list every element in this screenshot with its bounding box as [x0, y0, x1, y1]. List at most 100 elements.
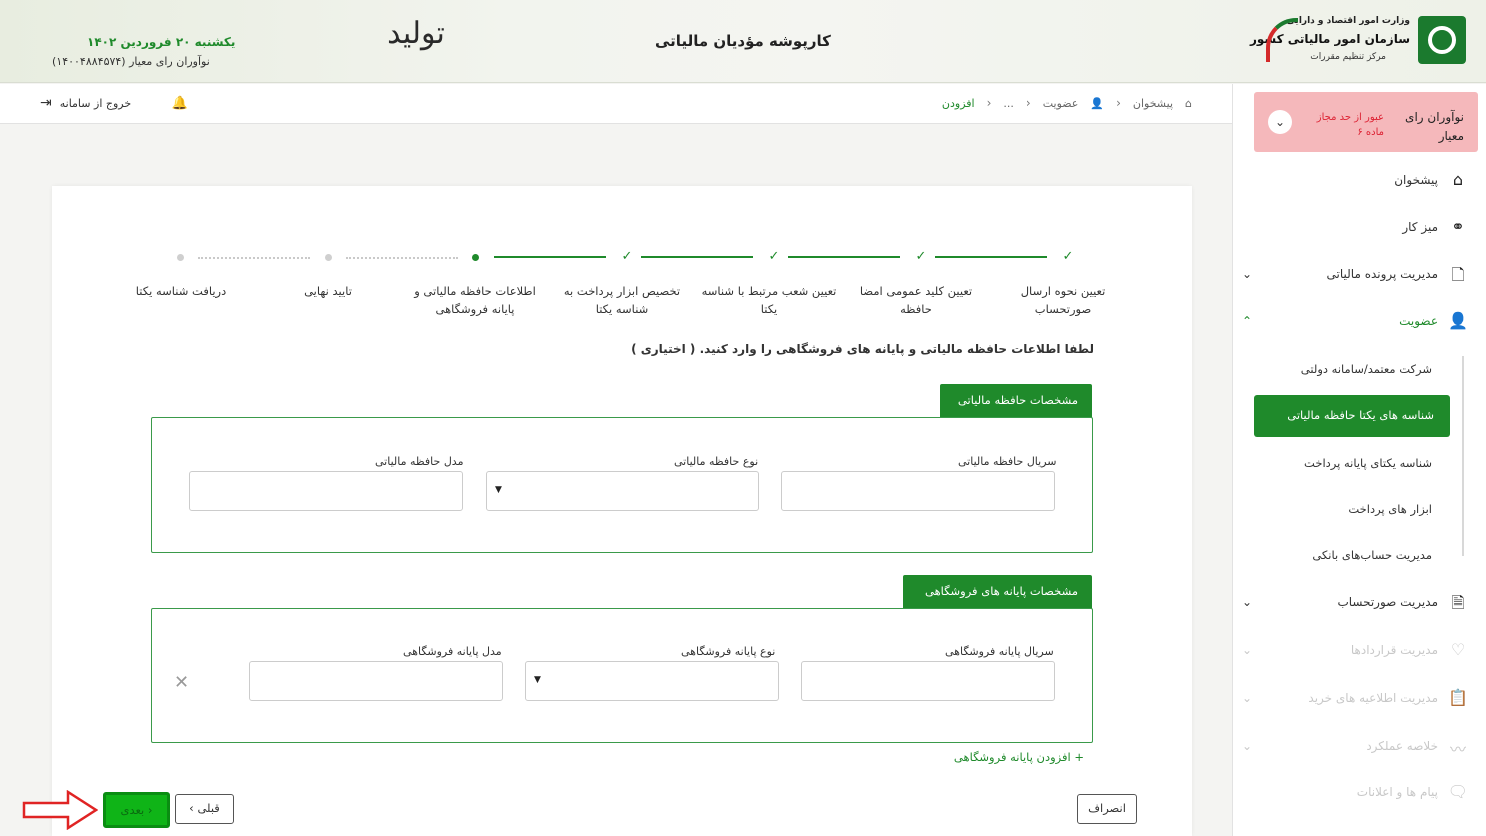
submenu-label: شناسه های یکتا حافظه مالیاتی [1287, 408, 1434, 422]
step-line [494, 256, 606, 258]
flag-icon [1266, 18, 1298, 62]
submenu-label: مدیریت حساب‌های بانکی [1312, 548, 1432, 562]
bell-icon[interactable]: 🔔 [172, 96, 188, 111]
dropdown-arrow-icon: ▼ [495, 485, 502, 495]
sidebar-item-invoices[interactable]: 🗎 مدیریت صورتحساب ⌄ [1232, 580, 1486, 624]
sidebar-item-label: مدیریت اطلاعیه های خرید [1308, 691, 1438, 705]
submenu-label: ابزار های پرداخت [1348, 502, 1432, 516]
ministry-logo: وزارت امور اقتصاد و دارایی سازمان امور م… [1250, 12, 1466, 70]
memory-type-label: نوع حافظه مالیاتی [674, 455, 759, 468]
memory-serial-input[interactable] [781, 471, 1055, 511]
header-banner: وزارت امور اقتصاد و دارایی سازمان امور م… [0, 0, 1486, 83]
step-check-icon: ✓ [768, 249, 780, 264]
home-small-icon: ⌂ [1185, 96, 1192, 110]
top-bar: ⌂ پیشخوان ‹ 👤 عضویت ‹ ... ‹ افزودن 🔔 خرو… [0, 84, 1232, 124]
next-label: بعدی [120, 803, 145, 817]
terminal-model-input[interactable] [249, 661, 503, 701]
current-date: یکشنبه ۲۰ فروردین ۱۴۰۲ [87, 35, 236, 49]
terminal-serial-input[interactable] [801, 661, 1055, 701]
add-terminal-link[interactable]: + افزودن پایانه فروشگاهی [954, 750, 1084, 764]
breadcrumb-membership[interactable]: عضویت [1043, 97, 1079, 110]
breadcrumb-ellipsis: ... [1003, 96, 1014, 110]
sidebar-item-tax-file[interactable]: 🗋 مدیریت پرونده مالیاتی ⌄ [1232, 252, 1486, 296]
chevron-left-icon: ‹ [1025, 96, 1031, 110]
form-instruction: لطفا اطلاعات حافظه مالیاتی و پایانه های … [631, 342, 1094, 356]
logout-icon: ⇥ [40, 95, 52, 111]
step-line [641, 256, 753, 258]
breadcrumb-home[interactable]: پیشخوان [1133, 97, 1173, 110]
sidebar-item-label: پیام ها و اعلانات [1356, 785, 1438, 799]
step-pending-dot [177, 254, 184, 261]
prev-button[interactable]: قبلی › [175, 794, 234, 824]
step-line [788, 256, 900, 258]
submenu-bank-accounts[interactable]: مدیریت حساب‌های بانکی [1246, 536, 1486, 576]
account-name: نوآوران رای معیار [1405, 110, 1464, 143]
chevron-down-icon: ⌄ [1242, 595, 1253, 609]
terminal-serial-label: سریال پایانه فروشگاهی [945, 645, 1054, 658]
account-warning: عبور از حد مجاز ماده ۶ [1316, 112, 1384, 138]
sidebar-item-performance[interactable]: 〰 خلاصه عملکرد ⌄ [1232, 724, 1486, 768]
step-current-dot [472, 254, 479, 261]
sidebar-item-workdesk[interactable]: ⚭ میز کار [1232, 205, 1486, 249]
remove-terminal-icon[interactable]: ✕ [174, 672, 189, 693]
highlight-arrow-icon [22, 790, 98, 830]
account-alert-card[interactable]: نوآوران رای معیار عبور از حد مجاز ماده ۶… [1254, 92, 1478, 152]
sidebar-item-label: مدیریت صورتحساب [1337, 595, 1438, 609]
submenu-label: شناسه یکتای پایانه پرداخت [1304, 456, 1432, 470]
sidebar-item-dashboard[interactable]: ⌂ پیشخوان [1232, 158, 1486, 202]
chevron-down-icon: ⌄ [1242, 267, 1253, 281]
step-check-icon: ✓ [1062, 249, 1074, 264]
sidebar-item-purchase-notices[interactable]: 📋 مدیریت اطلاعیه های خرید ⌄ [1232, 676, 1486, 720]
step-line-pending [346, 257, 458, 259]
cancel-button[interactable]: انصراف [1077, 794, 1137, 824]
sidebar-item-label: میز کار [1402, 220, 1438, 234]
submenu-payment-tools[interactable]: ابزار های پرداخت [1246, 490, 1486, 530]
home-icon: ⌂ [1452, 170, 1464, 189]
chevron-down-icon: ⌄ [1242, 691, 1253, 705]
sidebar-item-label: مدیریت پرونده مالیاتی [1326, 267, 1438, 281]
user-small-icon: 👤 [1090, 96, 1105, 110]
chevron-left-icon: ‹ [986, 96, 992, 110]
clipboard-icon: 📋 [1448, 688, 1468, 707]
step-label-send-method: تعیین نحوه ارسال صورتحساب [1020, 284, 1106, 316]
chevron-down-icon: ⌄ [1242, 739, 1253, 753]
sidebar: نوآوران رای معیار عبور از حد مجاز ماده ۶… [1232, 84, 1486, 836]
sidebar-item-label: مدیریت قراردادها [1350, 643, 1438, 657]
workflow-icon: ⚭ [1451, 217, 1465, 236]
sidebar-item-label: عضویت [1399, 314, 1438, 328]
chevron-down-icon[interactable]: ⌄ [1268, 110, 1292, 134]
submenu-trusted-company[interactable]: شرکت معتمد/سامانه دولتی [1246, 350, 1486, 390]
ministry-emblem-icon [1418, 16, 1466, 64]
sidebar-item-label: خلاصه عملکرد [1366, 739, 1438, 753]
chevron-down-icon: ⌄ [1242, 643, 1253, 657]
ministry-line3: مرکز تنظیم مقررات [1310, 52, 1386, 62]
logout-label: خروج از سامانه [59, 96, 132, 110]
step-label-memory-info: اطلاعات حافظه مالیاتی و پایانه فروشگاهی [414, 284, 536, 316]
logout-link[interactable]: خروج از سامانه ⇥ [40, 95, 131, 111]
slogan-calligraphy: تولید [387, 16, 445, 51]
sidebar-item-contracts[interactable]: ♡ مدیریت قراردادها ⌄ [1232, 628, 1486, 672]
sidebar-item-messages[interactable]: 🗨 پیام ها و اعلانات [1232, 770, 1486, 814]
step-label-payment-tools: تخصیص ابزار پرداخت به شناسه یکتا [563, 284, 681, 316]
step-pending-dot [325, 254, 332, 261]
memory-serial-label: سریال حافظه مالیاتی [958, 455, 1057, 468]
memory-section-title: مشخصات حافظه مالیاتی [940, 384, 1092, 418]
terminal-type-label: نوع پایانه فروشگاهی [681, 645, 776, 658]
submenu-terminal-ids[interactable]: شناسه یکتای پایانه پرداخت [1246, 444, 1486, 484]
sidebar-item-membership[interactable]: 👤 عضویت ⌃ [1232, 299, 1486, 343]
memory-type-select[interactable]: ▼ [486, 471, 759, 511]
chart-icon: 〰 [1449, 740, 1466, 759]
next-button[interactable]: ‹ بعدی [103, 792, 170, 828]
breadcrumb-add: افزودن [941, 96, 975, 110]
step-label-final-confirm: تایید نهایی [304, 284, 352, 298]
step-label-branches: تعیین شعب مرتبط با شناسه یکتا [701, 284, 837, 316]
step-line [935, 256, 1047, 258]
terminal-type-select[interactable]: ▼ [525, 661, 779, 701]
chevron-right-icon: › [189, 801, 194, 815]
handshake-icon: ♡ [1450, 640, 1466, 659]
memory-model-input[interactable] [189, 471, 463, 511]
chevron-left-icon: ‹ [147, 803, 153, 817]
submenu-memory-ids[interactable]: شناسه های یکتا حافظه مالیاتی [1254, 395, 1450, 437]
user-icon: 👤 [1448, 311, 1468, 330]
chevron-left-icon: ‹ [1116, 96, 1121, 110]
